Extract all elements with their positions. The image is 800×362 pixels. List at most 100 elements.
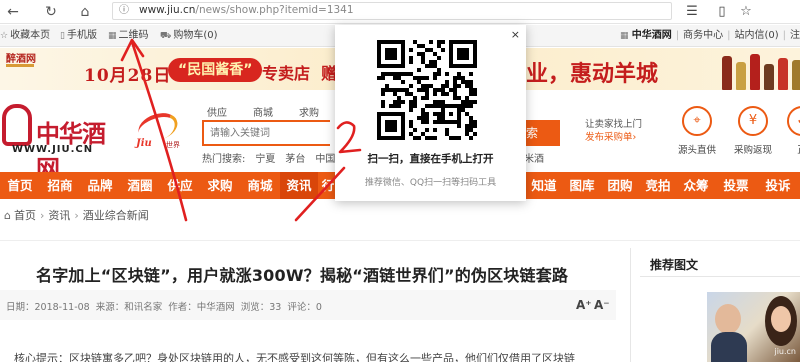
qrcode-module [453,136,457,140]
hot-word[interactable]: 米酒 [524,150,544,165]
service-direct-supply[interactable]: ⌖ 源头直供 [672,106,722,156]
qrcode-module [397,76,401,80]
favorites-icon[interactable]: ☰ [682,2,702,22]
nav-item-mall[interactable]: 商城 [240,172,280,199]
close-icon[interactable]: × [511,28,520,41]
search-tab-buy[interactable]: 求购 [299,108,319,119]
qrcode-module [421,88,425,92]
font-bigger-button[interactable]: A⁺ [576,298,592,312]
nav-item-circle[interactable]: 酒圈 [120,172,160,199]
qrcode-module [405,88,409,92]
qrcode-heading: 扫一扫，直接在手机上打开 [367,153,494,165]
qrcode-module [401,88,405,92]
article-comments[interactable]: 评论：0 [287,302,322,313]
nav-item-vote[interactable]: 投票 [716,172,756,199]
qrcode-module [409,124,413,128]
search-input[interactable] [204,122,330,144]
qrcode-module [453,76,457,80]
qrcode-module [409,60,413,64]
service-cashback[interactable]: ¥ 采购返现 [728,106,778,156]
qrcode-module [433,92,437,96]
recommended-image[interactable]: jiu.cn [707,292,800,362]
refresh-icon[interactable]: ↻ [40,2,62,22]
nav-item-auction[interactable]: 竞拍 [640,172,676,199]
breadcrumb-news[interactable]: 资讯 [48,209,70,222]
hot-word[interactable]: 中国 [315,154,335,165]
nav-item-news[interactable]: 资讯 [280,172,318,199]
qrcode-link[interactable]: ▦ 二维码 [108,25,149,47]
article-author: 作者：中华酒网 [168,302,235,313]
banner-slogan: 业，惠动羊城 [526,61,659,87]
qrcode-module [437,56,441,60]
nav-item-buy[interactable]: 求购 [200,172,240,199]
qrcode-module [409,72,413,76]
sitemsg-link[interactable]: 站内信(0) [734,30,778,41]
back-icon[interactable]: ← [2,2,24,22]
qrcode-module [385,72,389,76]
bottle-image [764,64,774,90]
post-purchase-link[interactable]: 发布采购单› [585,131,642,144]
nav-item-home[interactable]: 首页 [0,172,40,199]
banner-date: 10月28日 [84,66,172,86]
qrcode-module [437,100,441,104]
nav-item-brand[interactable]: 品牌 [80,172,120,199]
qrcode-module [457,124,461,128]
star-icon[interactable]: ☆ [736,2,756,22]
qrcode-module [385,84,389,88]
qrcode-module [425,116,429,120]
qrcode-module [409,108,413,112]
qrcode-module [441,88,445,92]
reading-icon[interactable]: ▯ [712,2,732,22]
nav-item-complaint[interactable]: 投诉 [758,172,798,199]
qrcode-module [409,120,413,124]
qrcode-module [469,116,473,120]
mobile-link[interactable]: ▯ 手机版 [60,25,97,47]
qrcode-module [433,128,437,132]
qrcode-module [421,116,425,120]
qrcode-module [389,88,393,92]
home-icon[interactable]: ⌂ [74,2,96,22]
cart-link[interactable]: ⛟ 购物车(0) [160,25,218,47]
qrcode-icon: ▦ [108,31,117,41]
person-image [711,332,747,362]
qrcode-module [473,124,477,128]
brand-link[interactable]: 中华酒网 [632,30,672,41]
qrcode-module [409,84,413,88]
qrcode-module [473,120,477,124]
qrcode-module [465,128,469,132]
qrcode-module [425,112,429,116]
qrcode-module [473,100,477,104]
qrcode-module [425,128,429,132]
nav-item-invest[interactable]: 招商 [40,172,80,199]
merchant-link[interactable]: 商务中心 [683,30,723,41]
qrcode-module [397,96,401,100]
favorite-link[interactable]: ☆ 收藏本页 [0,25,50,47]
nav-item-crowdfund[interactable]: 众筹 [678,172,714,199]
jiu-world-logo[interactable]: Jiu 世界 [132,108,190,152]
hot-word[interactable]: 茅台 [285,154,305,165]
font-smaller-button[interactable]: A⁻ [594,298,610,312]
qrcode-module [393,92,397,96]
register-link[interactable]: 注 [790,30,800,41]
qrcode-module [413,100,417,104]
address-bar[interactable]: ⓘ www.jiu.cn/news/show.php?itemid=1341 [112,2,672,20]
nav-item-qa[interactable]: 知道 [526,172,562,199]
nav-item-groupbuy[interactable]: 团购 [602,172,638,199]
qrcode-module [425,48,429,52]
nav-item-gallery[interactable]: 图库 [564,172,600,199]
breadcrumb-home[interactable]: 首页 [14,209,36,222]
site-logo[interactable]: 中华酒网 WWW.JIU.CN [2,100,122,183]
qrcode-module [421,112,425,116]
qrcode-module [457,96,461,100]
qrcode-module [473,88,477,92]
qrcode-module [469,92,473,96]
breadcrumb-category[interactable]: 酒业综合新闻 [83,209,149,222]
search-tab-supply[interactable]: 供应 [207,108,227,119]
cart-icon: ⛟ [160,31,172,41]
search-tab-mall[interactable]: 商城 [253,108,273,119]
service-genuine[interactable]: ✓ 正 [782,106,800,156]
nav-item-supply[interactable]: 供应 [160,172,200,199]
qrcode-module [437,44,441,48]
qrcode-module [433,104,437,108]
hot-word[interactable]: 宁夏 [255,154,275,165]
